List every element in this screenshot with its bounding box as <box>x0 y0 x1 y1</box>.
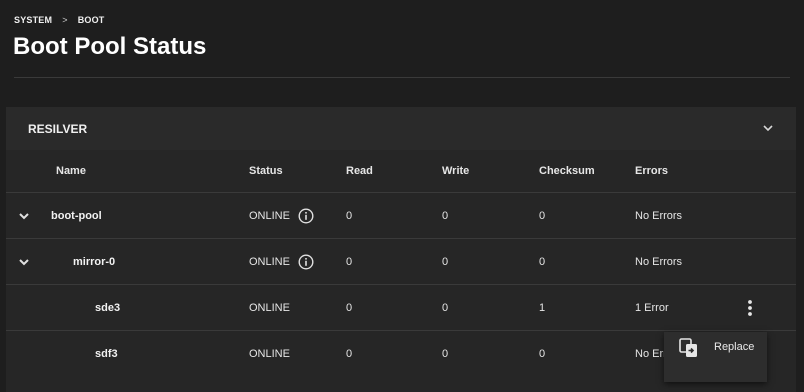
col-header-name: Name <box>56 165 86 177</box>
row-checksum: 0 <box>539 255 546 268</box>
row-name: boot-pool <box>51 209 102 222</box>
menu-item-label: Replace <box>714 341 755 353</box>
row-write: 0 <box>442 209 449 222</box>
breadcrumb-item-boot[interactable]: BOOT <box>78 15 105 25</box>
row-errors: No Errors <box>635 255 683 268</box>
chevron-down-icon[interactable] <box>18 210 30 222</box>
breadcrumb: SYSTEM > BOOT <box>14 15 105 25</box>
chevron-down-icon[interactable] <box>18 256 30 268</box>
table-row[interactable]: boot-pool ONLINE 0 0 0 No Errors <box>6 192 796 238</box>
row-write: 0 <box>442 301 449 314</box>
row-status: ONLINE <box>249 347 290 360</box>
row-name: mirror-0 <box>73 255 116 268</box>
table-row[interactable]: mirror-0 ONLINE 0 0 0 No Errors <box>6 238 796 284</box>
resilver-header[interactable]: RESILVER <box>6 107 796 150</box>
replace-icon <box>679 338 697 357</box>
row-errors: 1 Error <box>635 301 669 314</box>
row-read: 0 <box>346 301 353 314</box>
row-errors: No Errors <box>635 209 683 222</box>
row-read: 0 <box>346 255 353 268</box>
col-header-read: Read <box>346 165 373 177</box>
row-name: sdf3 <box>95 347 118 360</box>
row-status: ONLINE <box>249 255 290 268</box>
page-title: Boot Pool Status <box>13 33 207 60</box>
row-read: 0 <box>346 347 353 360</box>
col-header-errors: Errors <box>635 165 669 177</box>
chevron-down-icon[interactable] <box>762 122 774 134</box>
row-checksum: 0 <box>539 347 546 360</box>
col-header-status: Status <box>249 165 283 177</box>
breadcrumb-separator: > <box>62 15 68 25</box>
row-read: 0 <box>346 209 353 222</box>
breadcrumb-item-system[interactable]: SYSTEM <box>14 15 52 25</box>
col-header-checksum: Checksum <box>539 165 595 177</box>
row-checksum: 0 <box>539 209 546 222</box>
row-write: 0 <box>442 347 449 360</box>
card-title: RESILVER <box>28 121 88 136</box>
table-header-row: Name Status Read Write Checksum Errors <box>6 150 796 192</box>
col-header-write: Write <box>442 165 470 177</box>
row-status: ONLINE <box>249 301 290 314</box>
row-status: ONLINE <box>249 209 290 222</box>
row-checksum: 1 <box>539 301 546 314</box>
context-menu: Replace <box>664 332 767 382</box>
menu-item-replace[interactable]: Replace <box>664 332 767 364</box>
info-icon[interactable] <box>298 207 314 224</box>
table-row[interactable]: sde3 ONLINE 0 0 1 1 Error <box>6 284 796 330</box>
info-icon[interactable] <box>298 253 314 270</box>
title-divider <box>14 77 790 78</box>
row-write: 0 <box>442 255 449 268</box>
more-vert-icon[interactable] <box>743 299 757 317</box>
row-name: sde3 <box>95 301 121 314</box>
